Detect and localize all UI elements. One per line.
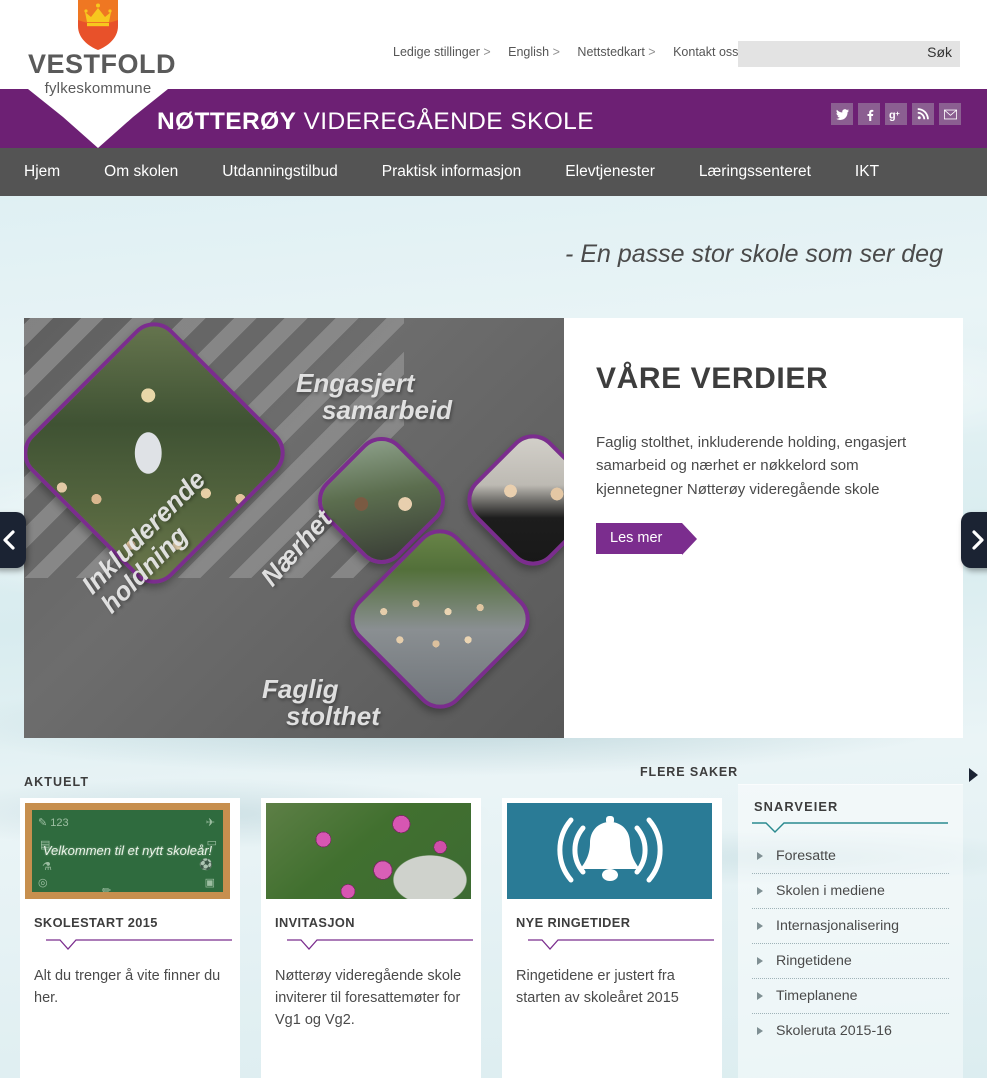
shortcut-item-foresatte[interactable]: Foresatte (752, 839, 949, 874)
hero-body-text: Faglig stolthet, inkluderende holding, e… (596, 434, 907, 498)
logo-notch-decoration (28, 89, 168, 148)
triangle-right-icon (757, 852, 763, 860)
nav-item-ikt[interactable]: IKT (833, 148, 901, 196)
logo-sub-name: fylkeskommune (44, 80, 152, 97)
chevron-right-icon (972, 530, 984, 550)
shortcut-item-skoleruta[interactable]: Skoleruta 2015-16 (752, 1014, 949, 1048)
collage-word-faglig-stolthet: Faglig stolthet (262, 674, 380, 732)
crown-shield-icon (28, 0, 168, 50)
school-title: NØTTERØY VIDEREGÅENDE SKOLE (157, 108, 594, 136)
section-label-aktuelt: AKTUELT (24, 775, 90, 789)
shortcut-label: Ringetidene (776, 953, 852, 969)
facebook-icon[interactable] (858, 103, 880, 125)
utility-link-english[interactable]: English > (508, 45, 560, 59)
news-card-thumbnail[interactable] (266, 803, 471, 899)
utility-link-nettstedkart[interactable]: Nettstedkart > (577, 45, 655, 59)
search-submit-button[interactable]: Søk (927, 44, 952, 60)
nav-item-laeringssenteret[interactable]: Læringssenteret (677, 148, 833, 196)
news-card-body: INVITASJON Nøtterøy videregående skole i… (261, 899, 481, 1031)
triangle-right-icon (757, 1027, 763, 1035)
title-underline-decoration (275, 939, 473, 953)
news-card[interactable]: NYE RINGETIDER Ringetidene er justert fr… (502, 798, 722, 1078)
triangle-right-icon (757, 887, 763, 895)
les-mer-button[interactable]: Les mer (596, 522, 698, 555)
news-card[interactable]: INVITASJON Nøtterøy videregående skole i… (261, 798, 481, 1078)
email-icon[interactable] (939, 103, 961, 125)
flere-saker-link[interactable]: FLERE SAKER (640, 765, 738, 779)
nav-item-praktisk-informasjon[interactable]: Praktisk informasjon (360, 148, 544, 196)
google-plus-icon[interactable]: g + (885, 103, 907, 125)
triangle-right-icon (757, 922, 763, 930)
shortcuts-panel: SNARVEIER Foresatte Skolen i mediene Int… (738, 784, 963, 1078)
news-card-thumbnail[interactable] (507, 803, 712, 899)
hero-carousel: Engasjert samarbeid Nærhet Inkluderende … (24, 318, 963, 738)
shortcut-item-internasjonalisering[interactable]: Internasjonalisering (752, 909, 949, 944)
search-input[interactable] (738, 41, 918, 67)
social-links: g + (831, 103, 961, 125)
news-card-title: SKOLESTART 2015 (34, 915, 158, 930)
shortcut-label: Skolen i mediene (776, 883, 885, 899)
twitter-icon[interactable] (831, 103, 853, 125)
nav-item-om-skolen[interactable]: Om skolen (82, 148, 200, 196)
flowers-image (266, 803, 471, 899)
search-box: Søk (738, 41, 960, 67)
chalkboard-image: ✎ 123 ▤ ⚗ ◎ ✈ ▭ ⚽ ▣ ✏ Velkommen til et n… (25, 803, 230, 899)
news-card-text: Ringetidene er justert fra starten av sk… (516, 968, 679, 1006)
shortcut-label: Internasjonalisering (776, 918, 900, 934)
site-tagline: - En passe stor skole som ser deg (565, 240, 943, 268)
shortcut-label: Timeplanene (776, 988, 858, 1004)
news-card-text: Nøtterøy videregående skole inviterer ti… (275, 968, 462, 1028)
shortcut-label: Foresatte (776, 848, 836, 864)
page-root: VESTFOLD fylkeskommune Ledige stillinger… (0, 0, 987, 1078)
shortcut-item-timeplanene[interactable]: Timeplanene (752, 979, 949, 1014)
news-card-list: ✎ 123 ▤ ⚗ ◎ ✈ ▭ ⚽ ▣ ✏ Velkommen til et n… (20, 798, 722, 1078)
title-underline-decoration (34, 939, 232, 953)
site-logo[interactable]: VESTFOLD fylkeskommune (28, 0, 177, 97)
news-card-body: NYE RINGETIDER Ringetidene er justert fr… (502, 899, 722, 1010)
school-title-rest: VIDEREGÅENDE SKOLE (296, 108, 594, 135)
news-card-thumbnail[interactable]: ✎ 123 ▤ ⚗ ◎ ✈ ▭ ⚽ ▣ ✏ Velkommen til et n… (25, 803, 230, 899)
triangle-right-icon (757, 992, 763, 1000)
news-card-text: Alt du trenger å vite finner du her. (34, 968, 221, 1006)
flere-saker-arrow-icon[interactable] (966, 766, 980, 789)
news-card-title: INVITASJON (275, 915, 355, 930)
hero-text-panel: VÅRE VERDIER Faglig stolthet, inkluderen… (564, 318, 963, 738)
svg-text:+: + (895, 109, 900, 118)
shortcuts-underline-decoration (752, 822, 963, 835)
title-underline-decoration (516, 939, 714, 953)
shortcut-item-ringetidene[interactable]: Ringetidene (752, 944, 949, 979)
utility-link-ledige-stillinger[interactable]: Ledige stillinger > (393, 45, 491, 59)
shortcuts-title: SNARVEIER (754, 799, 839, 814)
shortcuts-list: Foresatte Skolen i mediene Internasjonal… (752, 839, 949, 1048)
main-navigation: Hjem Om skolen Utdanningstilbud Praktisk… (0, 148, 987, 196)
nav-item-utdanningstilbud[interactable]: Utdanningstilbud (200, 148, 359, 196)
nav-item-elevtjenester[interactable]: Elevtjenester (543, 148, 677, 196)
shortcut-item-skolen-i-mediene[interactable]: Skolen i mediene (752, 874, 949, 909)
top-bar: VESTFOLD fylkeskommune Ledige stillinger… (0, 0, 987, 97)
collage-word-engasjert-samarbeid: Engasjert samarbeid (296, 368, 453, 426)
hero-title: VÅRE VERDIER (596, 362, 829, 395)
nav-item-hjem[interactable]: Hjem (0, 148, 82, 196)
logo-org-name: VESTFOLD (28, 49, 177, 79)
school-title-bold: NØTTERØY (157, 108, 297, 135)
news-card-body: SKOLESTART 2015 Alt du trenger å vite fi… (20, 899, 240, 1010)
news-card-title: NYE RINGETIDER (516, 915, 631, 930)
hero-collage-image: Engasjert samarbeid Nærhet Inkluderende … (24, 318, 564, 738)
shortcut-label: Skoleruta 2015-16 (776, 1023, 892, 1039)
ringing-bell-icon (556, 816, 663, 883)
triangle-right-icon (757, 957, 763, 965)
rss-icon[interactable] (912, 103, 934, 125)
carousel-next-button[interactable] (961, 512, 987, 568)
carousel-prev-button[interactable] (0, 512, 26, 568)
utility-links: Ledige stillinger > English > Nettstedka… (393, 45, 763, 59)
bell-icon-image (507, 803, 712, 899)
chevron-left-icon (3, 530, 15, 550)
news-card[interactable]: ✎ 123 ▤ ⚗ ◎ ✈ ▭ ⚽ ▣ ✏ Velkommen til et n… (20, 798, 240, 1078)
chalkboard-text: Velkommen til et nytt skoleår! (42, 842, 213, 858)
